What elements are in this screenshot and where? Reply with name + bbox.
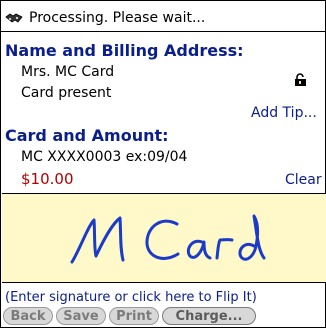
amount-value: $10.00 — [21, 170, 74, 188]
charge-button[interactable]: Charge... — [162, 307, 256, 325]
save-button[interactable]: Save — [56, 307, 106, 325]
signature-pad[interactable] — [2, 193, 326, 283]
handshake-icon — [5, 11, 23, 25]
status-divider — [1, 31, 325, 32]
signature-strokes — [70, 214, 266, 264]
status-bar: Processing. Please wait... — [5, 5, 205, 31]
print-button[interactable]: Print — [109, 307, 159, 325]
payment-screen: Processing. Please wait... Name and Bill… — [0, 0, 326, 328]
card-details: MC XXXX0003 ex:09/04 — [21, 149, 188, 165]
clear-link[interactable]: Clear — [285, 172, 322, 188]
back-button[interactable]: Back — [3, 307, 53, 325]
signature-hint[interactable]: (Enter signature or click here to Flip I… — [5, 290, 257, 305]
lock-open-icon[interactable] — [294, 72, 308, 86]
cardholder-name: Mrs. MC Card — [21, 64, 115, 80]
billing-title: Name and Billing Address: — [5, 41, 244, 60]
status-text: Processing. Please wait... — [29, 10, 206, 26]
card-amount-title: Card and Amount: — [5, 126, 169, 145]
card-present-status: Card present — [21, 85, 112, 101]
add-tip-link[interactable]: Add Tip... — [251, 105, 317, 121]
button-bar: Back Save Print Charge... — [3, 307, 256, 325]
